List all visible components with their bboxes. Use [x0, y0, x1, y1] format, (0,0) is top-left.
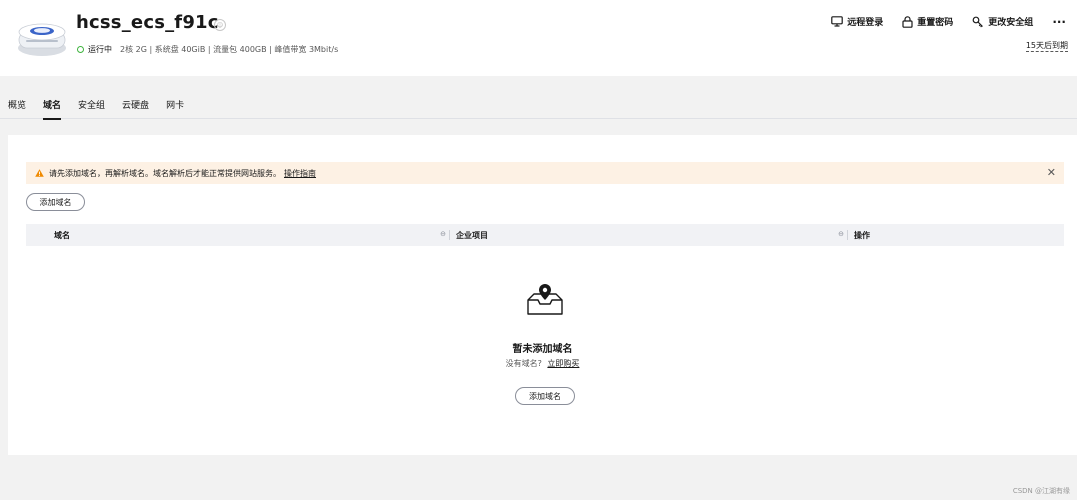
domain-panel: 请先添加域名，再解析域名。域名解析后才能正常提供网站服务。 操作指南 ✕ 添加域… [8, 135, 1077, 455]
checkbox-column [26, 224, 54, 246]
watermark: CSDN @江湖有缘 [1012, 487, 1070, 495]
info-notice: 请先添加域名，再解析域名。域名解析后才能正常提供网站服务。 操作指南 ✕ [26, 162, 1064, 184]
column-header-enterprise-project: 企业项目 ⊖ [450, 224, 848, 246]
reset-password-label: 重置密码 [917, 18, 954, 28]
running-status-icon [77, 46, 84, 53]
instance-status-line: 运行中 2核 2G | 系统盘 40GiB | 流量包 400GB | 峰值带宽… [77, 44, 338, 55]
server-illustration-icon [18, 23, 66, 56]
tab-bar: 概览 域名 安全组 云硬盘 网卡 [0, 94, 1077, 120]
tab-overview[interactable]: 概览 [8, 94, 26, 119]
monitor-icon [831, 16, 844, 27]
lock-icon [902, 15, 913, 28]
instance-specs: 2核 2G | 系统盘 40GiB | 流量包 400GB | 峰值带宽 3Mb… [120, 45, 339, 54]
empty-state-subtitle: 没有域名? 立即购买 [8, 358, 1077, 369]
status-text: 运行中 [88, 45, 112, 54]
tab-domains[interactable]: 域名 [43, 94, 62, 120]
column-label-domain: 域名 [54, 230, 70, 240]
tab-security-group[interactable]: 安全组 [78, 94, 105, 119]
column-label-operation: 操作 [854, 230, 870, 240]
change-security-group-label: 更改安全组 [988, 18, 1034, 28]
expiry-info[interactable]: 15天后到期 [1025, 40, 1068, 52]
header-actions: 远程登录 重置密码 更改安全组 ··· [831, 15, 1077, 28]
filter-icon[interactable]: ⊖ [838, 230, 844, 238]
remote-login-button[interactable]: 远程登录 [831, 15, 883, 28]
tab-network-card[interactable]: 网卡 [166, 94, 184, 119]
notice-text: 请先添加域名，再解析域名。域名解析后才能正常提供网站服务。 [49, 168, 281, 178]
empty-state-title: 暂未添加域名 [512, 344, 573, 355]
no-domain-text: 没有域名? [505, 359, 542, 368]
instance-header: hcss_ecs_f91c ☺ 运行中 2核 2G | 系统盘 40GiB | … [0, 0, 1077, 76]
empty-location-icon [527, 284, 563, 315]
column-header-domain: 域名 ⊖ [54, 224, 450, 246]
remote-login-label: 远程登录 [847, 18, 884, 28]
reset-password-button[interactable]: 重置密码 [902, 15, 953, 28]
tab-cloud-disk[interactable]: 云硬盘 [122, 94, 149, 119]
more-options-button[interactable]: ··· [1052, 16, 1066, 28]
warning-icon [35, 169, 44, 177]
filter-icon[interactable]: ⊖ [440, 230, 446, 238]
column-label-enterprise-project: 企业项目 [456, 230, 488, 240]
table-header: 域名 ⊖ 企业项目 ⊖ 操作 [26, 224, 1064, 246]
change-security-group-button[interactable]: 更改安全组 [972, 15, 1033, 28]
buy-now-link[interactable]: 立即购买 [547, 359, 579, 368]
shield-key-icon [972, 16, 984, 27]
instance-title: hcss_ecs_f91c [76, 12, 219, 33]
close-icon[interactable]: ✕ [1047, 166, 1056, 179]
favorite-icon[interactable]: ☺ [214, 19, 226, 31]
column-header-operation: 操作 [848, 224, 1064, 246]
add-domain-button[interactable]: 添加域名 [26, 193, 85, 211]
add-domain-empty-button[interactable]: 添加域名 [515, 387, 575, 405]
operation-guide-link[interactable]: 操作指南 [284, 168, 316, 179]
